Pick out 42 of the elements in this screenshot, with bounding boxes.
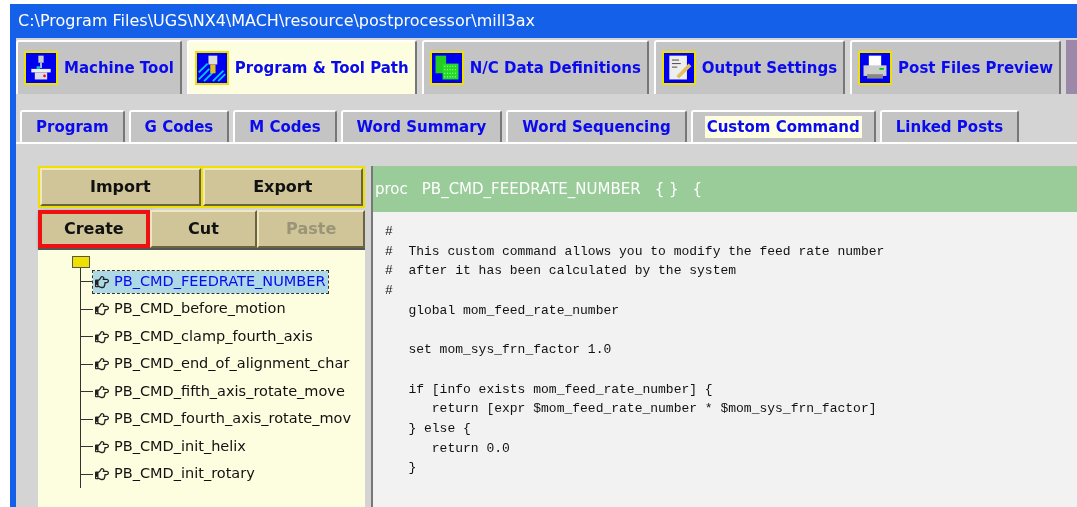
tree-item[interactable]: PB_CMD_init_helix (93, 435, 248, 458)
sub-tab[interactable]: Word Sequencing (506, 110, 687, 142)
tree-item[interactable]: PB_CMD_init_rotary (93, 463, 257, 486)
pointing-hand-icon (93, 329, 111, 344)
pointing-hand-icon (93, 357, 111, 372)
end-mill-icon (194, 51, 229, 85)
pointing-hand-icon (93, 412, 111, 427)
sub-tab[interactable]: Program (20, 110, 125, 142)
main-tab[interactable]: Program & Tool Path (186, 40, 417, 94)
data-sheet-icon (429, 51, 464, 85)
toolbar-button[interactable]: Export (202, 168, 363, 206)
sub-tab[interactable]: G Codes (128, 110, 230, 142)
window-title: C:\Program Files\UGS\NX4\MACH\resource\postprocessor\mill3ax (17, 10, 537, 32)
toolbar-button[interactable]: Import (40, 168, 201, 206)
code-text[interactable]: # # This custom command allows you to modify the feed rate number # after it has been calculated by the system # global mom_feed_rate_number set mom_sys_frn_factor 1.0 if [info exists mom_feed_rate_number] { return [expr $mom_feed_rate_number * $mom_sys_frn_factor] } else { return 0.0 } (373, 212, 1077, 479)
main-tab[interactable]: Output Settings (653, 40, 846, 94)
sub-tab[interactable]: M Codes (233, 110, 337, 142)
tab-strip-end (1066, 40, 1077, 94)
pointing-hand-icon (93, 384, 111, 399)
highlighted-button[interactable]: Create (38, 210, 150, 248)
toolbar-button[interactable]: Cut (149, 210, 258, 248)
tree-item[interactable]: PB_CMD_clamp_fourth_axis (93, 325, 315, 348)
tree-item[interactable]: PB_CMD_end_of_alignment_char (93, 353, 352, 376)
printer-icon (858, 51, 893, 85)
notepad-pencil-icon (661, 51, 696, 85)
tree-item[interactable]: PB_CMD_fourth_axis_rotate_mov (93, 408, 354, 431)
main-tab[interactable]: Machine Tool (16, 40, 182, 94)
procedure-header: proc PB_CMD_FEEDRATE_NUMBER { } { (373, 166, 1077, 212)
machine-icon (24, 51, 58, 85)
tree-item[interactable]: PB_CMD_before_motion (93, 298, 288, 321)
tree-item[interactable]: PB_CMD_FEEDRATE_NUMBER (93, 270, 328, 293)
pointing-hand-icon (93, 274, 111, 289)
main-tab[interactable]: Post Files Preview (850, 40, 1062, 94)
pointing-hand-icon (93, 302, 111, 317)
pointing-hand-icon (93, 467, 111, 482)
sub-tab[interactable]: Linked Posts (879, 110, 1020, 142)
pointing-hand-icon (93, 439, 111, 454)
folder-icon (72, 256, 90, 268)
main-tab[interactable]: N/C Data Definitions (421, 40, 649, 94)
sub-tab[interactable]: Custom Command (690, 110, 876, 142)
sub-tab[interactable]: Word Summary (340, 110, 503, 142)
tree-item[interactable]: PB_CMD_fifth_axis_rotate_move (93, 380, 347, 403)
